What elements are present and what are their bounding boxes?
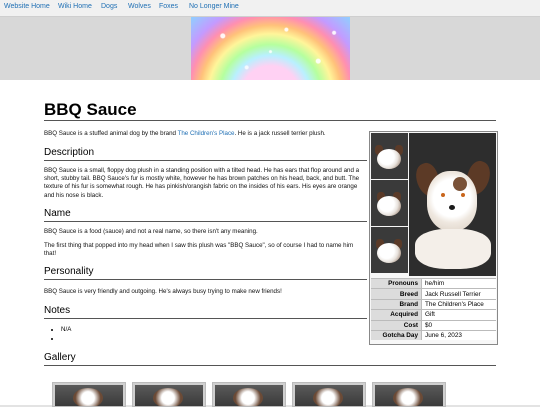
nav-website-home[interactable]: Website Home (4, 3, 50, 10)
table-row: Breed Jack Russell Terrier (371, 288, 496, 300)
notes-heading: Notes (44, 305, 71, 316)
gallery-heading: Gallery (44, 352, 76, 363)
nav-wolves[interactable]: Wolves (128, 3, 151, 10)
nav-wiki-home[interactable]: Wiki Home (58, 3, 92, 10)
description-heading: Description (44, 147, 95, 158)
brand-link[interactable]: The Children's Place (178, 130, 235, 137)
name-heading: Name (44, 208, 71, 219)
nav-foxes[interactable]: Foxes (159, 3, 178, 10)
main-plush-photo[interactable] (409, 133, 496, 276)
title-divider (44, 120, 496, 121)
table-row: Cost $0 (371, 319, 496, 331)
gallery-image[interactable] (292, 382, 366, 407)
list-item: N/A (61, 325, 71, 334)
infobox: Pronouns he/him Breed Jack Russell Terrier… (369, 131, 498, 345)
gallery-image[interactable] (52, 382, 126, 407)
name-divider (44, 221, 367, 222)
table-row: Acquired Gift (371, 309, 496, 321)
table-row: Gotcha Day June 6, 2023 (371, 329, 496, 341)
thumbnail-image[interactable] (371, 227, 408, 273)
top-navigation: Website Home Wiki Home Dogs Wolves Foxes… (0, 0, 540, 17)
infobox-table: Pronouns he/him Breed Jack Russell Terrier… (371, 277, 496, 341)
infobox-thumbnails (371, 133, 408, 274)
gallery-image[interactable] (132, 382, 206, 407)
thumbnail-image[interactable] (371, 133, 408, 179)
description-text: BBQ Sauce is a small, floppy dog plush i… (44, 167, 360, 199)
name-text-2: The first thing that popped into my head… (44, 242, 354, 258)
gallery-divider (44, 365, 496, 366)
article-content: BBQ Sauce BBQ Sauce is a stuffed animal … (0, 80, 540, 407)
personality-text: BBQ Sauce is very friendly and outgoing.… (44, 288, 282, 295)
thumbnail-image[interactable] (371, 180, 408, 226)
header-banner (0, 17, 540, 80)
description-divider (44, 160, 367, 161)
rainbow-banner-image (191, 17, 350, 80)
page-title: BBQ Sauce (44, 100, 137, 119)
gallery-image[interactable] (372, 382, 446, 407)
notes-divider (44, 318, 367, 319)
table-row: Pronouns he/him (371, 277, 496, 289)
list-item (61, 334, 71, 343)
gallery-image[interactable] (212, 382, 286, 407)
nav-dogs[interactable]: Dogs (101, 3, 117, 10)
personality-divider (44, 279, 367, 280)
name-text-1: BBQ Sauce is a food (sauce) and not a re… (44, 228, 258, 235)
notes-list: N/A (52, 325, 71, 343)
nav-no-longer-mine[interactable]: No Longer Mine (189, 3, 239, 10)
table-row: Brand The Children's Place (371, 298, 496, 310)
intro-paragraph: BBQ Sauce is a stuffed animal dog by the… (44, 130, 326, 137)
personality-heading: Personality (44, 266, 94, 277)
